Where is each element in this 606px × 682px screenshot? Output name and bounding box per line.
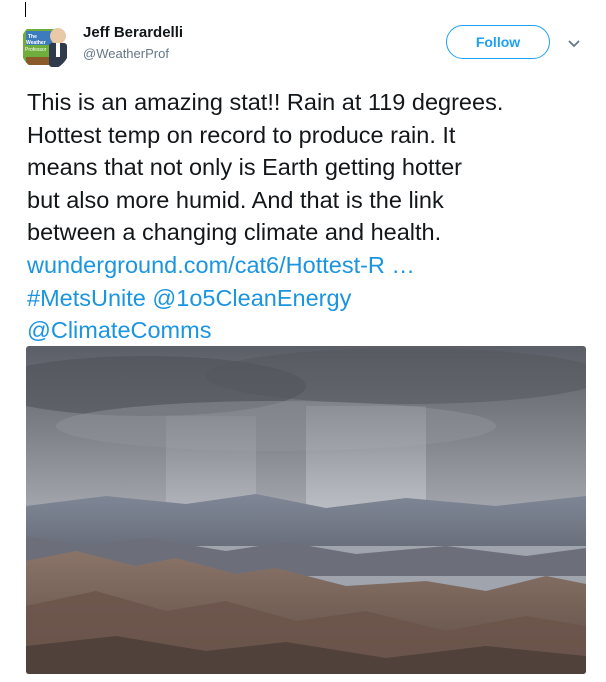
tweet-text: This is an amazing stat!! Rain at 119 de… <box>27 86 597 347</box>
avatar[interactable]: The Weather Professor <box>20 21 70 71</box>
mention-link[interactable]: @ClimateComms <box>27 317 211 343</box>
tweet-line: means that not only is Earth getting hot… <box>27 154 463 181</box>
tweet-line: Hottest temp on record to produce rain. … <box>27 121 456 148</box>
text-cursor <box>25 2 26 17</box>
svg-text:Professor: Professor <box>25 47 47 53</box>
author-handle[interactable]: @WeatherProf <box>83 46 169 61</box>
chevron-down-icon[interactable] <box>567 36 581 54</box>
tweet-line: between a changing climate and health. <box>27 219 442 246</box>
tweet-url-link[interactable]: wunderground.com/cat6/Hottest-R … <box>27 252 415 278</box>
tweet-photo[interactable] <box>26 346 586 674</box>
mention-link[interactable]: @1o5CleanEnergy <box>152 285 351 311</box>
svg-text:Weather: Weather <box>26 40 46 46</box>
hashtag-link[interactable]: #MetsUnite <box>27 285 146 311</box>
tweet-line: but also more humid. And that is the lin… <box>27 186 444 213</box>
tweet-line: This is an amazing stat!! Rain at 119 de… <box>27 89 504 115</box>
author-name[interactable]: Jeff Berardelli <box>83 24 183 41</box>
follow-button[interactable]: Follow <box>446 25 550 59</box>
avatar-image: The Weather Professor <box>20 21 70 71</box>
